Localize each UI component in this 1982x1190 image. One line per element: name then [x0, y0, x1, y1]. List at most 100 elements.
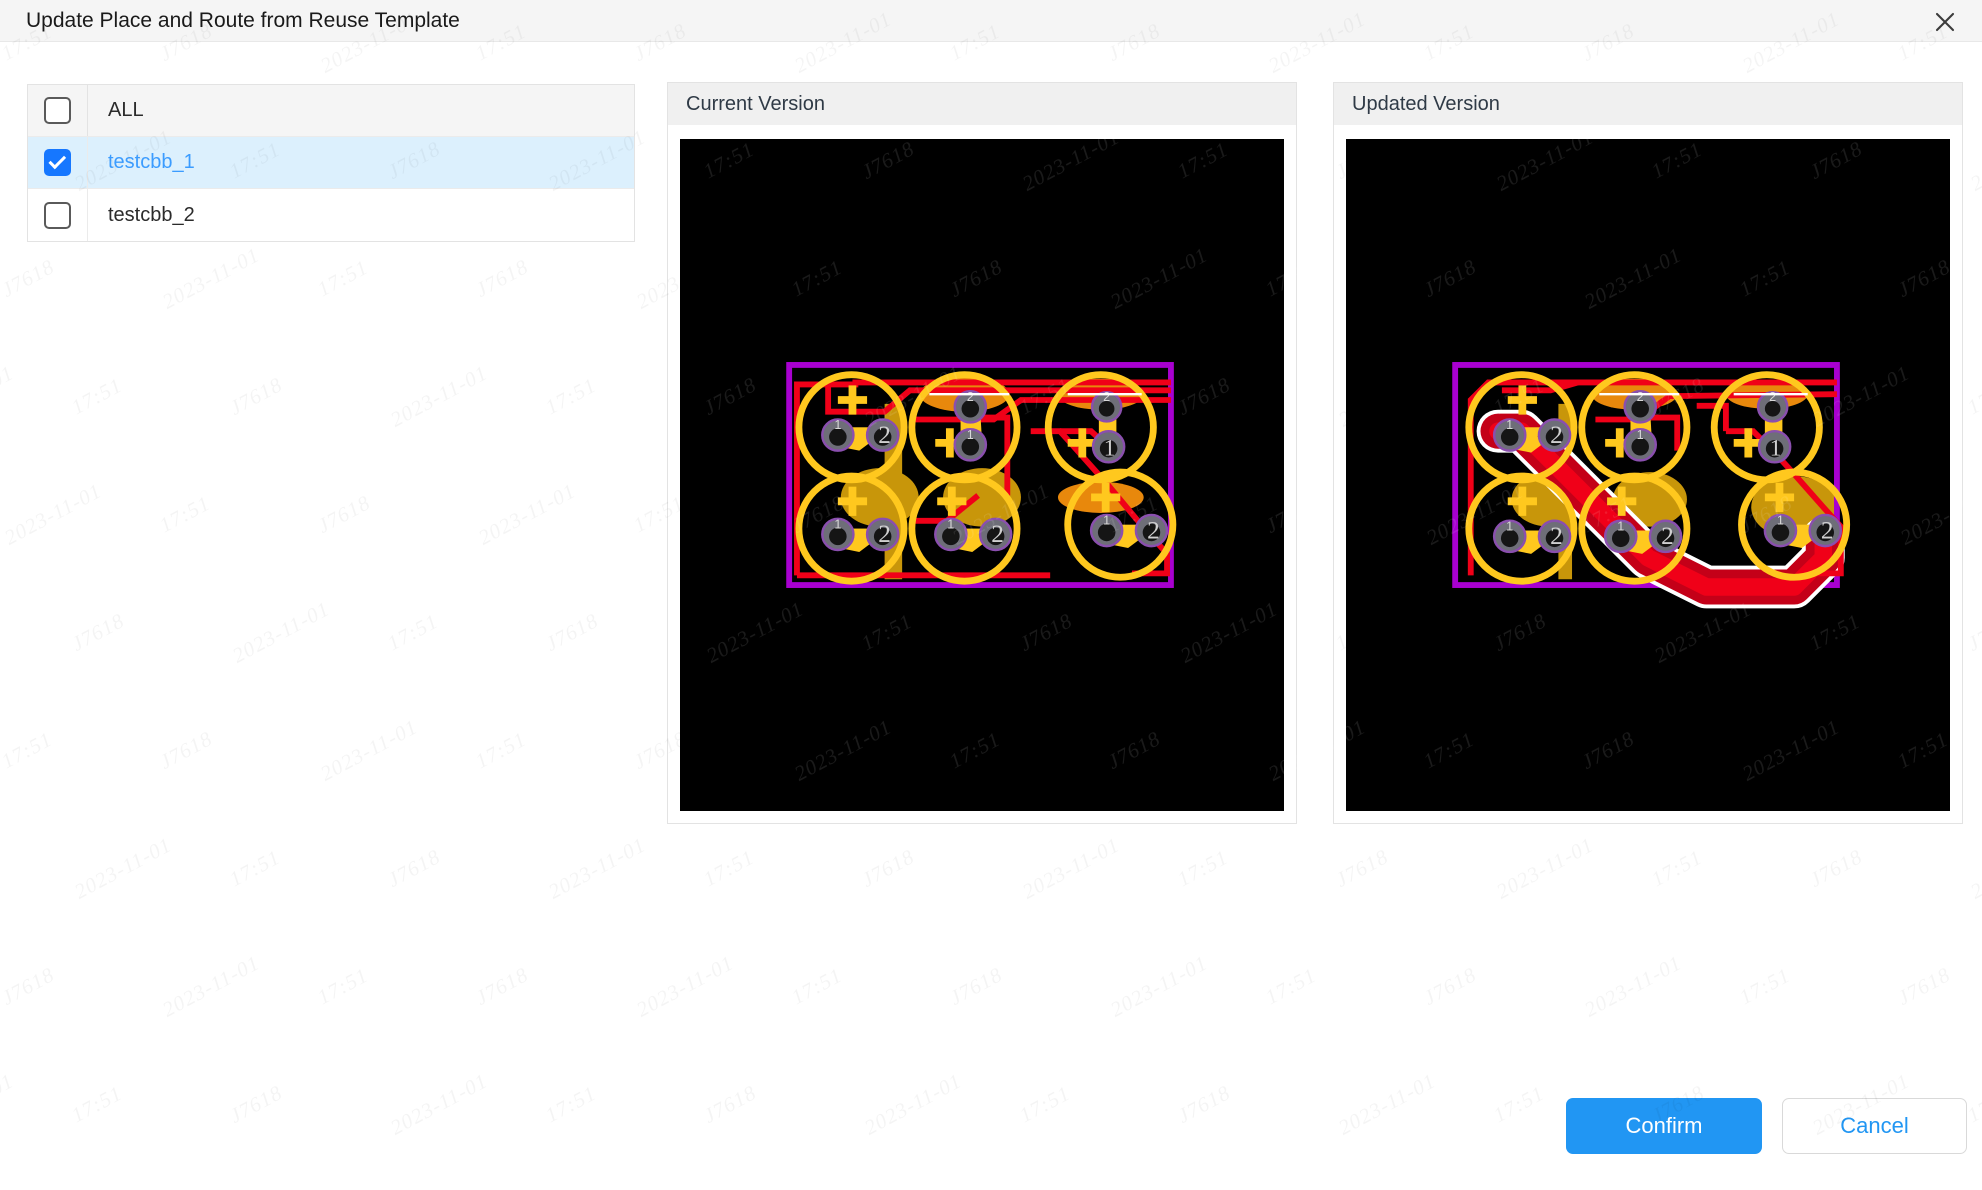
watermark-text: 2023-11-01 [632, 950, 738, 1022]
svg-text:2: 2 [1103, 390, 1110, 404]
watermark-text: 2023-11-01 [0, 360, 18, 432]
watermark-text: J7618 [471, 962, 532, 1011]
svg-text:1: 1 [1617, 520, 1624, 534]
watermark-text: J7618 [857, 844, 918, 893]
watermark-text: J7618 [0, 254, 59, 303]
pcb-canvas-current[interactable]: 1 2 2 1 2 1 1 2 1 2 1 2 [680, 139, 1284, 811]
watermark-text: J7618 [1419, 962, 1480, 1011]
pcb-layout-current: 1 2 2 1 2 1 1 2 1 2 1 2 [738, 139, 1226, 811]
svg-text:1: 1 [1506, 520, 1513, 534]
svg-text:1: 1 [834, 518, 841, 532]
watermark-text: J7618 [471, 254, 532, 303]
watermark-text: 17:51 [1647, 845, 1706, 892]
row-checkbox-testcbb-2[interactable] [44, 201, 71, 229]
watermark-text: 17:51 [225, 845, 284, 892]
watermark-text: 17:51 [1173, 845, 1232, 892]
svg-text:2: 2 [1550, 421, 1563, 449]
svg-text:1: 1 [1103, 514, 1110, 528]
svg-text:2: 2 [1769, 390, 1776, 404]
pcb-canvas-updated[interactable]: 1 2 2 1 2 1 1 2 1 2 1 2 [1346, 139, 1950, 811]
watermark-text: 17:51 [1735, 963, 1794, 1010]
svg-text:2: 2 [878, 421, 891, 449]
svg-text:2: 2 [878, 520, 891, 548]
watermark-text: 2023-11-01 [70, 832, 176, 904]
svg-text:2: 2 [1637, 390, 1644, 404]
watermark-text: 17:51 [313, 255, 372, 302]
watermark-text: 17:51 [787, 963, 846, 1010]
template-list: ALL testcbb_1 testcbb_2 [27, 84, 635, 242]
svg-text:1: 1 [947, 518, 954, 532]
watermark-text: J7618 [1805, 844, 1866, 893]
watermark-text: 17:51 [699, 845, 758, 892]
watermark-text: 17:51 [0, 727, 57, 774]
watermark-text: 17:51 [471, 727, 530, 774]
watermark-text: J7618 [383, 844, 444, 893]
svg-text:2: 2 [1147, 516, 1160, 544]
select-all-checkbox[interactable] [44, 97, 71, 124]
svg-text:1: 1 [1104, 436, 1116, 462]
watermark-text: 2023-11-01 [1106, 950, 1212, 1022]
watermark-text: 2023-11-01 [316, 714, 422, 786]
svg-text:1: 1 [1777, 514, 1784, 528]
svg-text:1: 1 [1506, 418, 1513, 432]
preview-updated-version-title: Updated Version [1334, 83, 1962, 125]
watermark-text: J7618 [541, 608, 602, 657]
list-item-label: testcbb_2 [108, 203, 195, 226]
watermark-text: J7618 [945, 962, 1006, 1011]
list-item[interactable]: testcbb_1 [28, 137, 634, 189]
svg-text:2: 2 [1550, 522, 1563, 550]
select-all-checkbox-cell[interactable] [28, 85, 88, 136]
watermark-text: J7618 [225, 372, 286, 421]
watermark-text: 17:51 [1963, 373, 1982, 420]
watermark-text: 17:51 [313, 963, 372, 1010]
watermark-text: J7618 [67, 608, 128, 657]
preview-updated-version: Updated Version 1 2 2 1 2 1 1 2 1 2 1 2 [1333, 82, 1963, 824]
watermark-text: J7618 [155, 726, 216, 775]
watermark-text: 2023-11-01 [474, 478, 580, 550]
row-checkbox-cell-testcbb-1[interactable] [28, 137, 88, 188]
preview-current-version-title: Current Version [668, 83, 1296, 125]
update-place-route-dialog: Update Place and Route from Reuse Templa… [0, 0, 1982, 1190]
dialog-footer: Confirm Cancel [0, 1070, 1982, 1190]
watermark-text: 2023-11-01 [158, 242, 264, 314]
watermark-text: J7618 [1963, 608, 1982, 657]
list-item-label[interactable]: testcbb_1 [88, 151, 195, 174]
svg-text:1: 1 [1770, 436, 1782, 462]
watermark-text: 2023-11-01 [1966, 124, 1982, 196]
pcb-layout-updated: 1 2 2 1 2 1 1 2 1 2 1 2 [1404, 139, 1892, 811]
watermark-text: 17:51 [383, 609, 442, 656]
svg-text:2: 2 [967, 390, 974, 404]
row-checkbox-cell-testcbb-2[interactable] [28, 189, 88, 241]
watermark-text: 2023-11-01 [1580, 950, 1686, 1022]
svg-text:1: 1 [834, 418, 841, 432]
watermark-text: 2023-11-01 [1018, 832, 1124, 904]
confirm-button[interactable]: Confirm [1566, 1098, 1762, 1154]
watermark-text: 17:51 [155, 491, 214, 538]
watermark-text: 2023-11-01 [544, 832, 650, 904]
watermark-text: J7618 [1893, 962, 1954, 1011]
row-checkbox-testcbb-1[interactable] [44, 149, 71, 176]
dialog-titlebar: Update Place and Route from Reuse Templa… [0, 0, 1982, 42]
cancel-button[interactable]: Cancel [1782, 1098, 1967, 1154]
watermark-text: 17:51 [1261, 963, 1320, 1010]
list-item[interactable]: testcbb_2 [28, 189, 634, 241]
watermark-text: 2023-11-01 [158, 950, 264, 1022]
svg-text:1: 1 [967, 428, 974, 442]
watermark-text: 2023-11-01 [386, 360, 492, 432]
list-header-label: ALL [108, 99, 144, 121]
watermark-text: J7618 [0, 962, 59, 1011]
svg-text:2: 2 [1661, 522, 1674, 550]
preview-current-version: Current Version 1 2 2 1 2 1 1 2 1 2 1 2 [667, 82, 1297, 824]
watermark-text: 2023-11-01 [0, 478, 106, 550]
svg-text:1: 1 [1637, 428, 1644, 442]
watermark-text: 2023-11-01 [228, 596, 334, 668]
list-header-row[interactable]: ALL [28, 85, 634, 137]
watermark-text: 17:51 [67, 373, 126, 420]
svg-text:2: 2 [991, 520, 1004, 548]
watermark-text: 2023-11-01 [1492, 832, 1598, 904]
watermark-text: 17:51 [541, 373, 600, 420]
page-title: Update Place and Route from Reuse Templa… [26, 8, 460, 32]
close-icon[interactable] [1930, 7, 1960, 37]
watermark-text: J7618 [313, 490, 374, 539]
watermark-text: J7618 [1331, 844, 1392, 893]
